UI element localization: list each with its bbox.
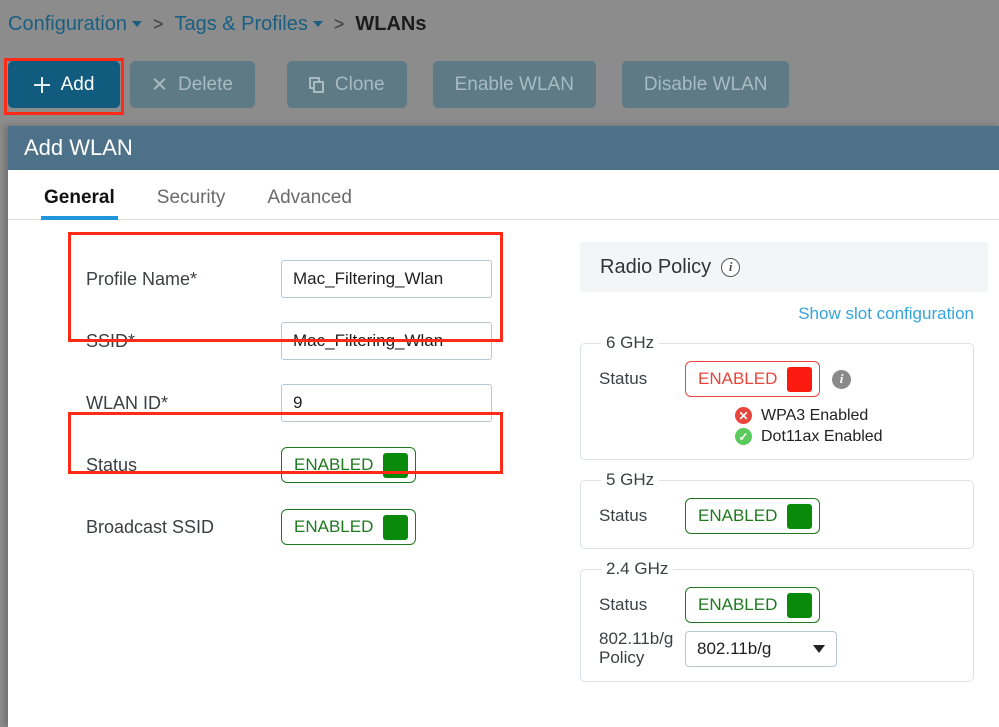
- ssid-value: Mac_Filtering_Wlan: [293, 331, 444, 350]
- band-legend-6ghz: 6 GHz: [606, 333, 655, 352]
- profile-name-value: Mac_Filtering_Wlan: [293, 269, 444, 288]
- add-button-label: Add: [60, 73, 95, 95]
- requirement-dot11ax: ✓ Dot11ax Enabled: [735, 426, 973, 447]
- copy-icon: [308, 76, 324, 93]
- band-status-row-24ghz: Status ENABLED: [599, 583, 973, 627]
- band-legend-24ghz: 2.4 GHz: [606, 559, 669, 578]
- breadcrumb-current-wlans: WLANs: [355, 12, 427, 35]
- radio-policy-header: Radio Policy i: [580, 242, 988, 292]
- band-status-row-6ghz: Status ENABLED i: [599, 357, 973, 401]
- band-status-toggle-5ghz[interactable]: ENABLED: [685, 498, 820, 534]
- breadcrumb-label-configuration: Configuration: [8, 12, 127, 35]
- requirement-dot11ax-label: Dot11ax Enabled: [761, 427, 883, 445]
- tab-advanced-label: Advanced: [267, 187, 352, 208]
- status-toggle[interactable]: ENABLED: [281, 447, 416, 483]
- wlan-id-input[interactable]: 9: [281, 384, 492, 422]
- breadcrumb-item-tags-profiles[interactable]: Tags & Profiles: [174, 12, 323, 36]
- wlan-id-value: 9: [293, 393, 303, 412]
- band-policy-row-24ghz: 802.11b/g Policy 802.11b/g: [599, 627, 973, 671]
- band-section-6ghz: 6 GHz Status ENABLED i ✕ WPA3 Enabled ✓ …: [580, 333, 974, 460]
- field-row-ssid: SSID* Mac_Filtering_Wlan: [86, 310, 568, 372]
- add-button[interactable]: Add: [8, 61, 120, 108]
- radio-policy-title: Radio Policy: [600, 255, 712, 278]
- show-slot-configuration-link[interactable]: Show slot configuration: [580, 292, 988, 333]
- breadcrumb: Configuration > Tags & Profiles > WLANs: [0, 0, 999, 48]
- band-status-toggle-label-24ghz: ENABLED: [698, 595, 778, 614]
- ssid-input[interactable]: Mac_Filtering_Wlan: [281, 322, 492, 360]
- chevron-down-icon: [131, 20, 142, 27]
- band-status-label-6ghz: Status: [599, 368, 648, 388]
- toggle-knob-icon: [383, 452, 408, 478]
- status-toggle-label: ENABLED: [294, 455, 374, 474]
- band-status-toggle-label-6ghz: ENABLED: [698, 369, 778, 388]
- field-row-broadcast-ssid: Broadcast SSID ENABLED: [86, 496, 568, 558]
- clone-button-label: Clone: [334, 73, 385, 95]
- field-row-status: Status ENABLED: [86, 434, 568, 496]
- status-label: Status: [86, 454, 138, 475]
- general-form: Profile Name* Mac_Filtering_Wlan SSID* M…: [8, 242, 568, 692]
- ssid-label: SSID*: [86, 330, 136, 351]
- band-status-toggle-6ghz[interactable]: ENABLED: [685, 361, 820, 397]
- broadcast-ssid-toggle-label: ENABLED: [294, 517, 374, 536]
- profile-name-label: Profile Name*: [86, 268, 198, 289]
- chevron-down-icon: [813, 645, 825, 653]
- info-icon[interactable]: i: [721, 257, 741, 277]
- broadcast-ssid-toggle[interactable]: ENABLED: [281, 509, 416, 545]
- delete-button[interactable]: Delete: [130, 61, 255, 108]
- tab-security-label: Security: [156, 187, 226, 208]
- wlan-id-label: WLAN ID*: [86, 392, 169, 413]
- band-status-label-5ghz: Status: [599, 505, 648, 525]
- clone-button[interactable]: Clone: [286, 61, 407, 108]
- toggle-knob-icon: [787, 592, 812, 618]
- dialog-body: Profile Name* Mac_Filtering_Wlan SSID* M…: [8, 220, 999, 692]
- breadcrumb-separator-2: >: [333, 13, 345, 34]
- chevron-down-icon: [312, 20, 323, 27]
- delete-button-label: Delete: [178, 73, 233, 95]
- dot11bg-policy-label: 802.11b/g Policy: [599, 629, 674, 667]
- tab-bar: General Security Advanced: [8, 170, 999, 220]
- field-row-profile-name: Profile Name* Mac_Filtering_Wlan: [86, 248, 568, 310]
- enable-wlan-button[interactable]: Enable WLAN: [432, 61, 596, 108]
- tab-security[interactable]: Security: [157, 187, 226, 219]
- info-icon[interactable]: i: [832, 369, 851, 389]
- show-slot-configuration-label: Show slot configuration: [798, 304, 974, 323]
- band-section-24ghz: 2.4 GHz Status ENABLED 802.11b/g Policy …: [580, 559, 974, 682]
- tab-general-label: General: [44, 187, 115, 208]
- radio-policy-panel: Radio Policy i Show slot configuration 6…: [568, 242, 988, 692]
- requirement-wpa3-label: WPA3 Enabled: [761, 406, 869, 424]
- breadcrumb-label-tags-profiles: Tags & Profiles: [174, 12, 308, 35]
- page-title: Add WLAN: [24, 135, 133, 160]
- toggle-knob-icon: [787, 503, 812, 529]
- band-status-toggle-label-5ghz: ENABLED: [698, 506, 778, 525]
- band-status-toggle-24ghz[interactable]: ENABLED: [685, 587, 820, 623]
- toggle-knob-icon: [383, 514, 408, 540]
- band-legend-5ghz: 5 GHz: [606, 470, 655, 489]
- disable-wlan-button[interactable]: Disable WLAN: [621, 61, 790, 108]
- enable-wlan-button-label: Enable WLAN: [454, 73, 574, 95]
- dot11bg-policy-select[interactable]: 802.11b/g: [685, 631, 837, 667]
- disable-wlan-button-label: Disable WLAN: [643, 73, 768, 95]
- error-circle-icon: ✕: [735, 407, 752, 424]
- dot11bg-policy-value: 802.11b/g: [697, 639, 772, 658]
- profile-name-input[interactable]: Mac_Filtering_Wlan: [281, 260, 492, 298]
- toggle-knob-icon: [787, 366, 812, 392]
- check-circle-icon: ✓: [735, 428, 752, 445]
- broadcast-ssid-label: Broadcast SSID: [86, 516, 215, 537]
- plus-icon: [33, 76, 50, 93]
- band-status-row-5ghz: Status ENABLED: [599, 494, 973, 538]
- tab-advanced[interactable]: Advanced: [267, 187, 352, 219]
- breadcrumb-separator-1: >: [152, 13, 164, 34]
- toolbar: Add Delete Clone Enable WLAN Disable WLA…: [0, 61, 999, 115]
- tab-general[interactable]: General: [41, 187, 118, 220]
- dialog-title-bar: Add WLAN: [8, 126, 999, 170]
- field-row-wlan-id: WLAN ID* 9: [86, 372, 568, 434]
- requirement-wpa3: ✕ WPA3 Enabled: [735, 405, 973, 426]
- close-icon: [152, 77, 167, 92]
- band-status-label-24ghz: Status: [599, 594, 648, 614]
- add-wlan-dialog: Add WLAN General Security Advanced Profi…: [8, 126, 999, 727]
- breadcrumb-item-configuration[interactable]: Configuration: [8, 13, 142, 36]
- band-requirements-6ghz: ✕ WPA3 Enabled ✓ Dot11ax Enabled: [599, 401, 973, 449]
- band-section-5ghz: 5 GHz Status ENABLED: [580, 470, 974, 549]
